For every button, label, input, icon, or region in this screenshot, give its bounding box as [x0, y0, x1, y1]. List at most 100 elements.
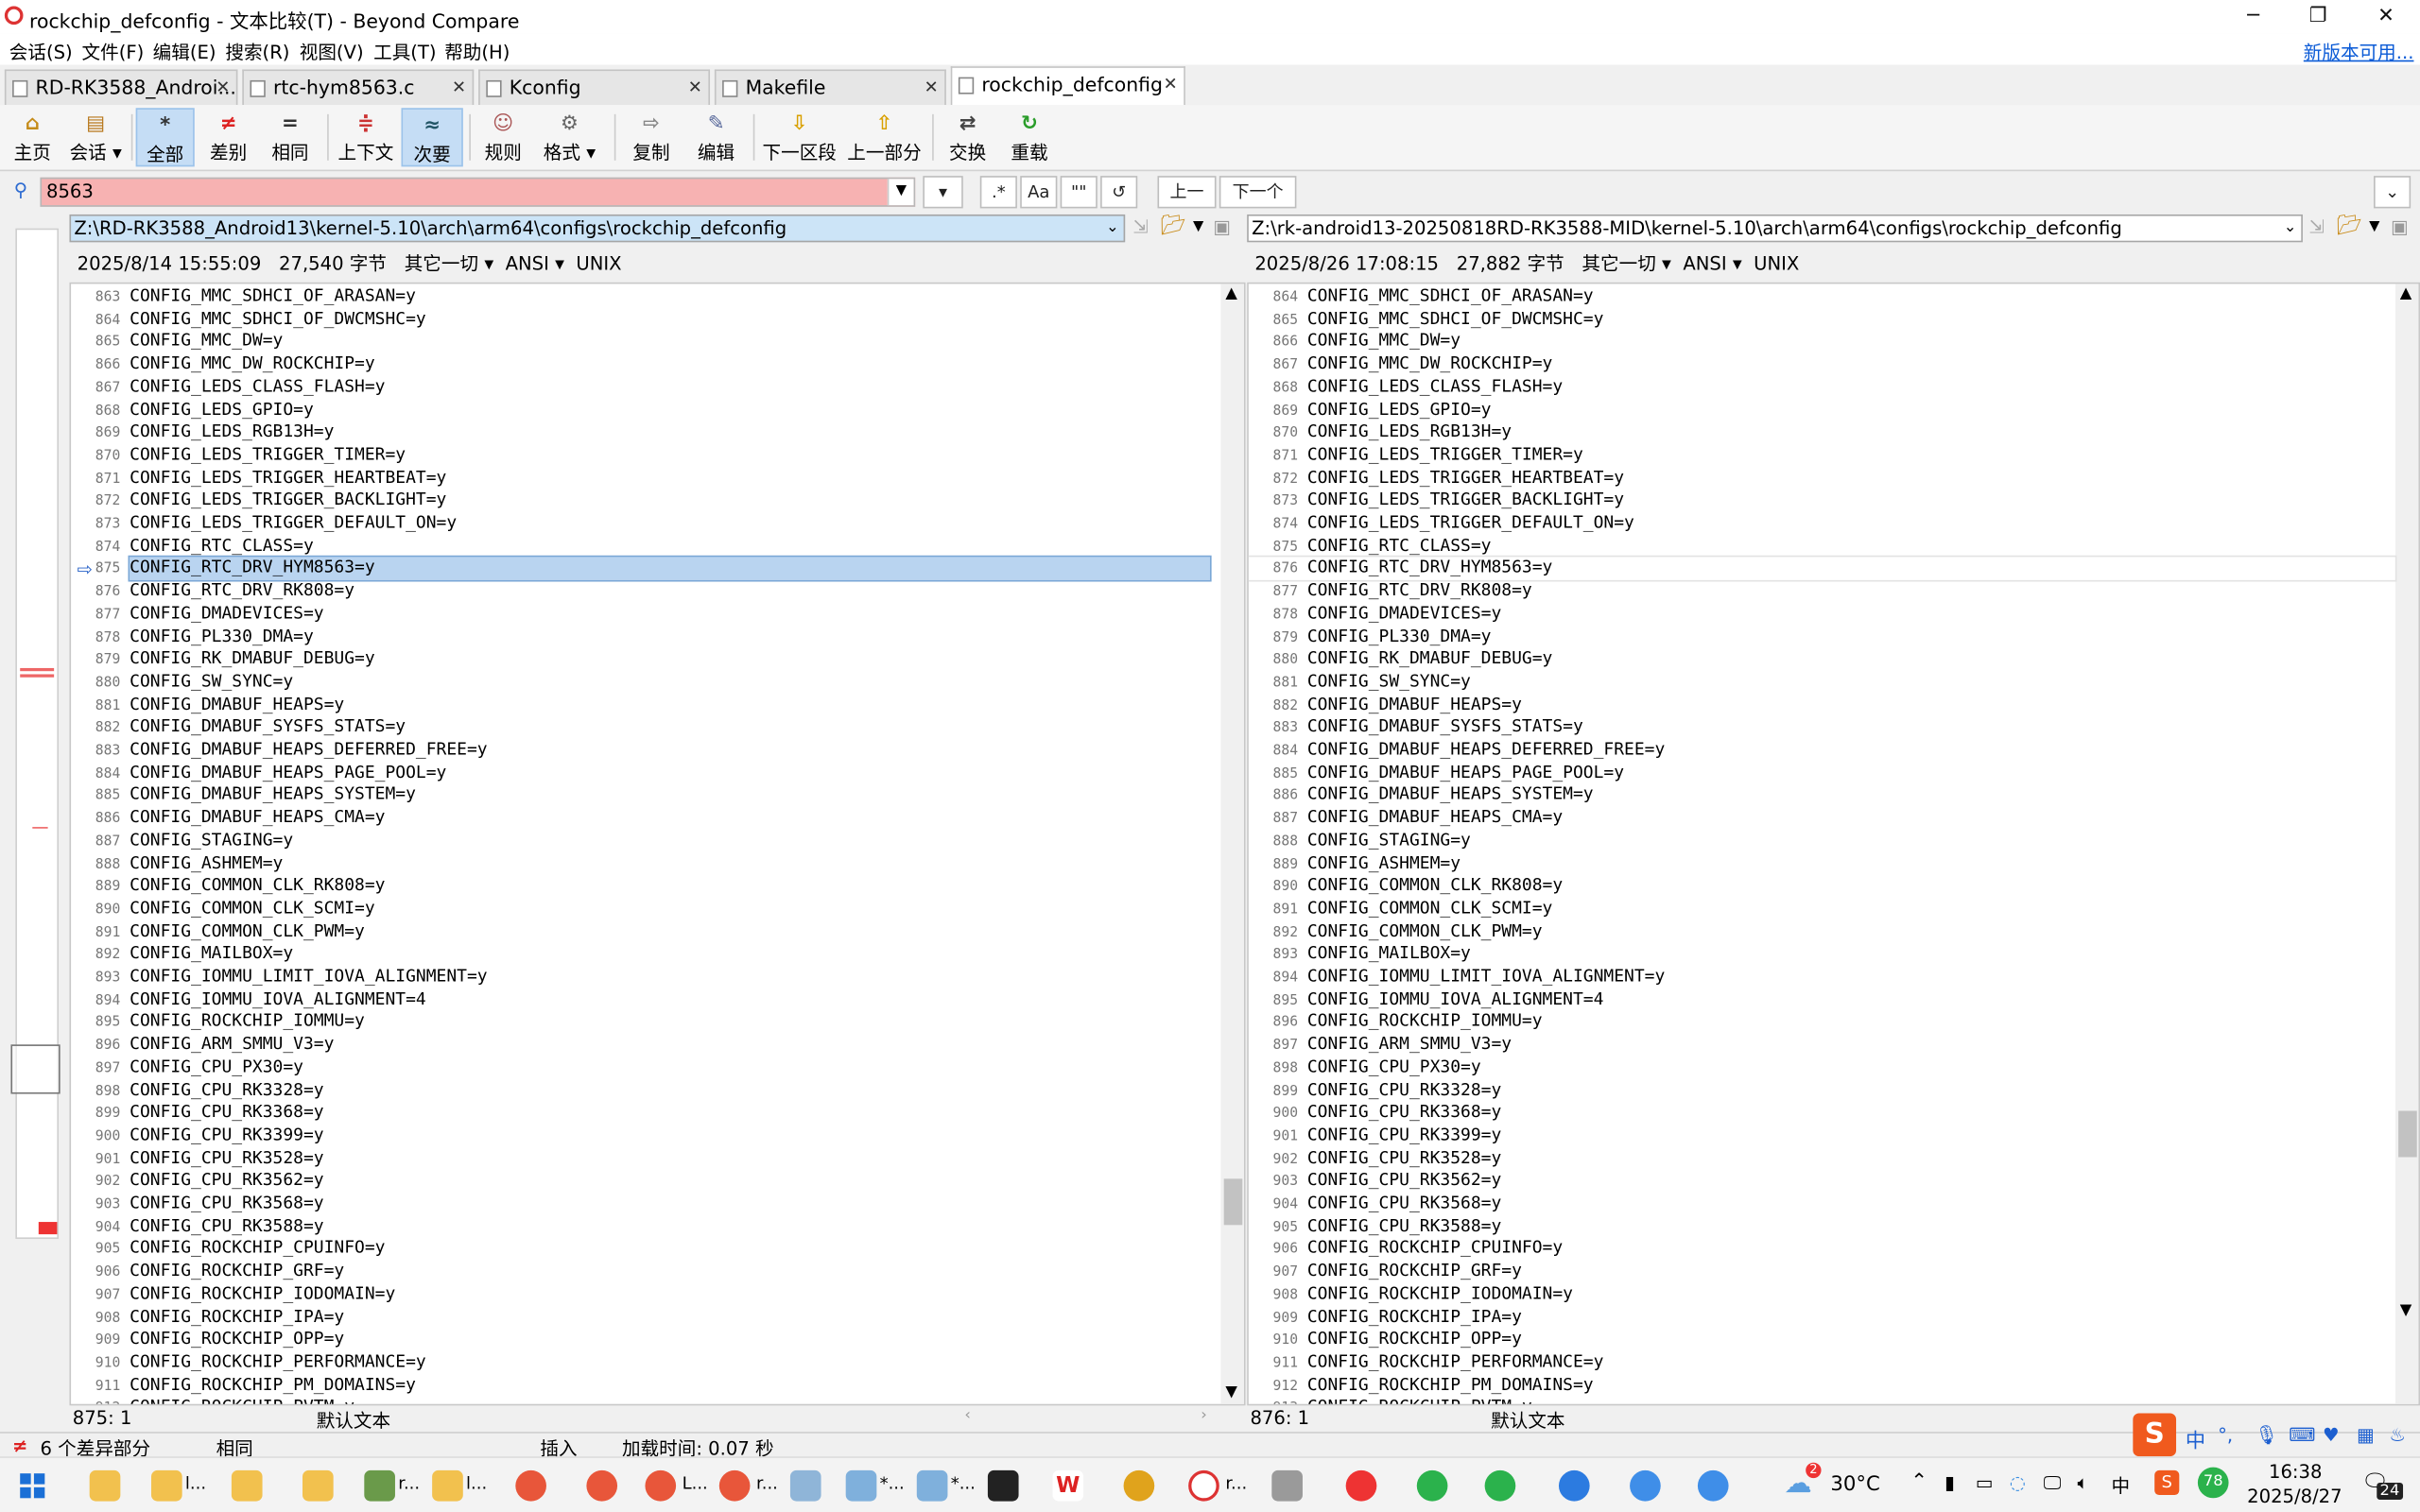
left-text-line[interactable]: 905 CONFIG_ROCKCHIP_CPUINFO=y [71, 1238, 1220, 1261]
session-button[interactable]: ▤ 会话 ▾ [65, 108, 127, 166]
left-text-line[interactable]: 879 CONFIG_RK_DMABUF_DEBUG=y [71, 648, 1220, 671]
find-prev-button[interactable]: 上一 [1157, 176, 1217, 209]
right-text-line[interactable]: 908 CONFIG_ROCKCHIP_IODOMAIN=y [1249, 1283, 2395, 1306]
left-text-line[interactable]: 875 CONFIG_RTC_DRV_HYM8563=y [71, 556, 1220, 582]
skin-icon[interactable]: ♥ [2323, 1424, 2340, 1446]
diff-overview-map[interactable] [10, 228, 60, 1240]
tab-close-icon[interactable]: ✕ [925, 71, 939, 105]
minimize-button[interactable]: ─ [2222, 0, 2284, 34]
right-text-line[interactable]: 899 CONFIG_CPU_RK3328=y [1249, 1079, 2395, 1102]
menu-file[interactable]: 文件(F) [82, 39, 145, 65]
right-text-line[interactable]: 889 CONFIG_ASHMEM=y [1249, 852, 2395, 875]
next-section-button[interactable]: ⇩ 下一区段 [763, 108, 837, 166]
scroll-down-icon[interactable]: ▼ [2400, 1302, 2412, 1319]
right-text-line[interactable]: 894 CONFIG_IOMMU_LIMIT_IOVA_ALIGNMENT=y [1249, 966, 2395, 988]
left-other-dropdown[interactable]: 其它一切 [405, 253, 478, 275]
right-text-line[interactable]: 879 CONFIG_PL330_DMA=y [1249, 626, 2395, 648]
refresh-search-button[interactable]: ↺ [1100, 176, 1138, 209]
regex-toggle[interactable]: .* [979, 176, 1017, 209]
search-options-dropdown[interactable]: ▾ [923, 176, 963, 209]
right-text-line[interactable]: 870 CONFIG_LEDS_RGB13H=y [1249, 421, 2395, 444]
left-encoding-dropdown[interactable]: ANSI [506, 253, 549, 275]
file-explorer-icon[interactable] [231, 1469, 263, 1502]
right-text-line[interactable]: 873 CONFIG_LEDS_TRIGGER_BACKLIGHT=y [1249, 490, 2395, 512]
show-all-button[interactable]: * 全部 [135, 108, 195, 167]
right-text-line[interactable]: 912 CONFIG_ROCKCHIP_PM_DOMAINS=y [1249, 1374, 2395, 1397]
left-text-line[interactable]: 884 CONFIG_DMABUF_HEAPS_PAGE_POOL=y [71, 762, 1220, 784]
rules-button[interactable]: ☺ 规则 [475, 108, 531, 166]
new-version-link[interactable]: 新版本可用... [2304, 39, 2414, 65]
left-text-line[interactable]: 885 CONFIG_DMABUF_HEAPS_SYSTEM=y [71, 784, 1220, 807]
chevron-down-icon[interactable]: ▼ [2369, 219, 2379, 234]
right-text-line[interactable]: 868 CONFIG_LEDS_CLASS_FLASH=y [1249, 376, 2395, 399]
left-text-line[interactable]: 864 CONFIG_MMC_SDHCI_OF_DWCMSHC=y [71, 308, 1220, 331]
tools-icon[interactable] [1271, 1469, 1303, 1502]
right-text-line[interactable]: 886 CONFIG_DMABUF_HEAPS_SYSTEM=y [1249, 784, 2395, 807]
left-eol[interactable]: UNIX [576, 253, 621, 275]
show-same-button[interactable]: = 相同 [263, 108, 319, 166]
prev-section-button[interactable]: ⇧ 上一部分 [846, 108, 924, 166]
right-other-dropdown[interactable]: 其它一切 [1582, 253, 1655, 275]
menu-view[interactable]: 视图(V) [300, 39, 364, 65]
left-path-input[interactable]: Z:\RD-RK3588_Android13\kernel-5.10\arch\… [69, 214, 1126, 243]
right-text-line[interactable]: 876 CONFIG_RTC_DRV_HYM8563=y [1248, 556, 2397, 582]
restore-button[interactable]: ❐ [2288, 0, 2349, 34]
left-text-line[interactable]: 907 CONFIG_ROCKCHIP_IODOMAIN=y [71, 1283, 1220, 1306]
right-text-line[interactable]: 902 CONFIG_CPU_RK3528=y [1249, 1147, 2395, 1170]
edit-button[interactable]: ✎ 编辑 [688, 108, 744, 166]
left-text-line[interactable]: 866 CONFIG_MMC_DW_ROCKCHIP=y [71, 353, 1220, 376]
tab-makefile[interactable]: Makefile ✕ [714, 69, 946, 106]
right-text-line[interactable]: 880 CONFIG_RK_DMABUF_DEBUG=y [1249, 648, 2395, 671]
left-scrollbar[interactable]: ▲ ▼ [1220, 284, 1244, 1404]
left-text-line[interactable]: 892 CONFIG_MAILBOX=y [71, 943, 1220, 966]
tab-rtc-hym8563[interactable]: rtc-hym8563.c ✕ [242, 69, 475, 106]
sogou-ime-icon[interactable]: S [2133, 1413, 2177, 1457]
left-text-line[interactable]: 902 CONFIG_CPU_RK3562=y [71, 1170, 1220, 1193]
right-text-line[interactable]: 877 CONFIG_RTC_DRV_RK808=y [1249, 580, 2395, 603]
menu-search[interactable]: 搜索(R) [225, 39, 289, 65]
ime-mode[interactable]: 中 [2186, 1424, 2205, 1452]
left-text-line[interactable]: 865 CONFIG_MMC_DW=y [71, 331, 1220, 353]
tray-app-icon[interactable]: ◌ [2010, 1472, 2026, 1494]
volume-icon[interactable]: 🔈︎ [2078, 1472, 2089, 1495]
right-text-pane[interactable]: ▲ ▼ 864 CONFIG_MMC_SDHCI_OF_ARASAN=y 865 CO… [1247, 282, 2420, 1406]
left-text-line[interactable]: 910 CONFIG_ROCKCHIP_PERFORMANCE=y [71, 1351, 1220, 1374]
left-text-pane[interactable]: ▲ ▼ 863 CONFIG_MMC_SDHCI_OF_ARASAN=y 864 CO… [69, 282, 1246, 1406]
chevron-down-icon[interactable]: ▼ [887, 179, 914, 206]
open-folder-icon[interactable]: 📂︎ [1161, 215, 1186, 237]
left-text-line[interactable]: 869 CONFIG_LEDS_RGB13H=y [71, 421, 1220, 444]
browse-history-icon[interactable]: ⇲ [2308, 216, 2324, 238]
toolbox-icon[interactable]: ▦ [2357, 1424, 2375, 1446]
browser-icon[interactable] [515, 1469, 546, 1502]
tab-close-icon[interactable]: ✕ [688, 71, 702, 105]
right-text-line[interactable]: 903 CONFIG_CPU_RK3562=y [1249, 1170, 2395, 1193]
ime-tray-icon[interactable]: 中 [2111, 1472, 2130, 1499]
browser-icon[interactable] [718, 1469, 751, 1502]
notepad-icon[interactable] [845, 1469, 877, 1502]
right-text-line[interactable]: 898 CONFIG_CPU_PX30=y [1249, 1057, 2395, 1079]
left-text-line[interactable]: 908 CONFIG_ROCKCHIP_IPA=y [71, 1306, 1220, 1329]
left-text-line[interactable]: 901 CONFIG_CPU_RK3528=y [71, 1147, 1220, 1170]
right-text-line[interactable]: 913CONFIG_ROCKCHIP_PVTM=y [1249, 1397, 2395, 1404]
left-text-line[interactable]: 912CONFIG_ROCKCHIP_PVTM=y [71, 1397, 1220, 1404]
left-text-line[interactable]: 887 CONFIG_STAGING=y [71, 830, 1220, 852]
left-text-line[interactable]: 890 CONFIG_COMMON_CLK_SCMI=y [71, 898, 1220, 920]
right-text-line[interactable]: 869 CONFIG_LEDS_GPIO=y [1249, 399, 2395, 421]
right-text-line[interactable]: 892 CONFIG_COMMON_CLK_PWM=y [1249, 920, 2395, 943]
microphone-icon[interactable]: 🎙︎ [2255, 1424, 2278, 1446]
right-text-line[interactable]: 910 CONFIG_ROCKCHIP_OPP=y [1249, 1329, 2395, 1351]
left-text-line[interactable]: 886 CONFIG_DMABUF_HEAPS_CMA=y [71, 807, 1220, 830]
left-text-line[interactable]: 877 CONFIG_DMADEVICES=y [71, 603, 1220, 626]
right-text-line[interactable]: 864 CONFIG_MMC_SDHCI_OF_ARASAN=y [1249, 285, 2395, 308]
left-text-line[interactable]: 911 CONFIG_ROCKCHIP_PM_DOMAINS=y [71, 1374, 1220, 1397]
left-text-line[interactable]: 863 CONFIG_MMC_SDHCI_OF_ARASAN=y [71, 285, 1220, 308]
match-case-toggle[interactable]: Aa [1020, 176, 1058, 209]
menu-help[interactable]: 帮助(H) [444, 39, 510, 65]
right-text-line[interactable]: 911 CONFIG_ROCKCHIP_PERFORMANCE=y [1249, 1351, 2395, 1374]
left-text-line[interactable]: 891 CONFIG_COMMON_CLK_PWM=y [71, 920, 1220, 943]
edge-icon[interactable] [1558, 1469, 1590, 1502]
left-text-line[interactable]: 899 CONFIG_CPU_RK3368=y [71, 1102, 1220, 1125]
left-text-line[interactable]: 882 CONFIG_DMABUF_SYSFS_STATS=y [71, 716, 1220, 739]
notepad-icon[interactable] [916, 1469, 948, 1502]
scroll-up-icon[interactable]: ▲ [2400, 285, 2412, 302]
